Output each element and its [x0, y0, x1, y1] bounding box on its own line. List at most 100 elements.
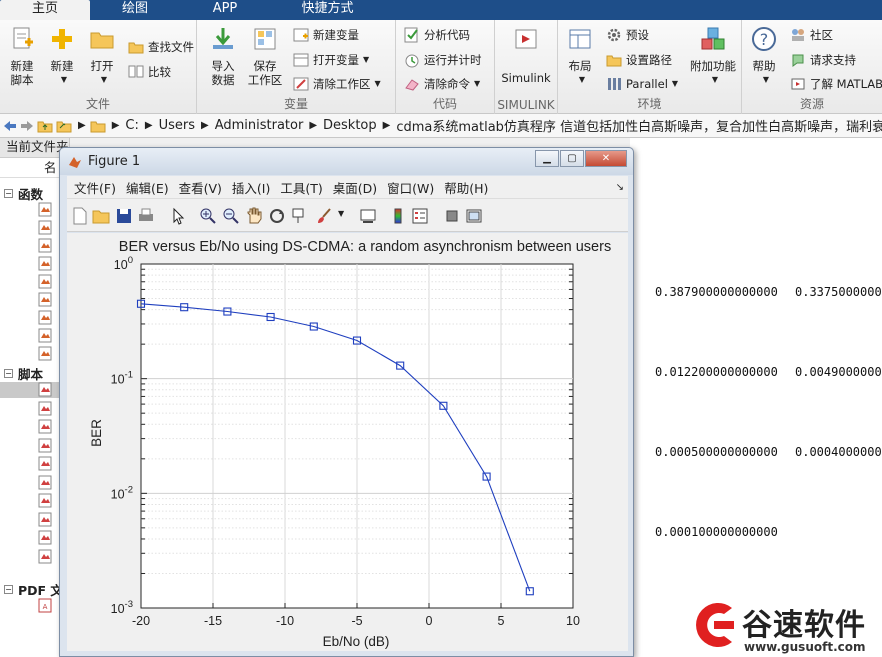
collapse-icon[interactable]: − [4, 369, 13, 378]
close-button[interactable]: ✕ [585, 150, 627, 167]
clear-commands-label: 清除命令 [424, 77, 470, 91]
menu-help[interactable]: 帮助(H) [444, 178, 488, 197]
pdf-file-icon[interactable]: A [38, 598, 52, 613]
script-file-icon[interactable] [38, 382, 52, 397]
tab-plots[interactable]: 绘图 [90, 0, 180, 20]
addons-button[interactable]: 附加功能 ▼ [688, 26, 738, 87]
layout-icon [569, 29, 591, 49]
script-file-icon[interactable] [38, 512, 52, 527]
new-figure-icon[interactable] [71, 207, 89, 225]
clear-commands-button[interactable]: 清除命令 ▼ [404, 75, 480, 93]
crumb-users[interactable]: Users [159, 118, 195, 133]
request-support-button[interactable]: 请求支持 [790, 51, 856, 69]
function-file-icon[interactable] [38, 310, 52, 325]
simulink-button[interactable]: Simulink [501, 26, 551, 85]
script-file-icon[interactable] [38, 493, 52, 508]
menu-insert[interactable]: 插入(I) [232, 178, 270, 197]
svg-text:?: ? [760, 30, 769, 49]
menu-edit[interactable]: 编辑(E) [126, 178, 169, 197]
menu-desktop[interactable]: 桌面(D) [333, 178, 377, 197]
script-file-icon[interactable] [38, 475, 52, 490]
dock-arrow-icon[interactable]: ↘ [616, 182, 624, 193]
compare-button[interactable]: 比较 [128, 63, 171, 81]
legend-icon[interactable] [411, 207, 429, 225]
preferences-button[interactable]: 预设 [606, 26, 649, 44]
collapse-icon[interactable]: − [4, 585, 13, 594]
maximize-button[interactable]: ▢ [560, 150, 584, 167]
function-file-icon[interactable] [38, 220, 52, 235]
crumb-drive[interactable]: C: [125, 118, 138, 133]
crumb-administrator[interactable]: Administrator [215, 118, 304, 133]
crumb-project-folder[interactable]: cdma系统matlab仿真程序 信道包括加性白高斯噪声，复合加性白高斯噪声，瑞… [396, 116, 882, 135]
clear-workspace-button[interactable]: 清除工作区 ▼ [293, 75, 381, 93]
forward-button[interactable] [20, 117, 34, 135]
tab-shortcuts[interactable]: 快捷方式 [270, 0, 385, 20]
brush-icon[interactable] [315, 207, 333, 225]
pan-hand-icon[interactable] [245, 207, 263, 225]
browse-folder-button[interactable] [56, 117, 72, 135]
menu-window[interactable]: 窗口(W) [387, 178, 434, 197]
community-button[interactable]: 社区 [790, 26, 833, 44]
section-functions[interactable]: − 函数 [4, 184, 43, 203]
group-file-label: 文件 [85, 97, 110, 111]
new-button[interactable]: 新建 ▼ [42, 26, 82, 87]
chevron-down-icon[interactable]: ▼ [338, 209, 344, 218]
colorbar-icon[interactable] [389, 207, 407, 225]
open-file-icon[interactable] [92, 207, 110, 225]
up-folder-button[interactable] [37, 117, 53, 135]
link-plot-icon[interactable] [359, 207, 377, 225]
zoom-out-icon[interactable] [222, 207, 240, 225]
learn-matlab-button[interactable]: 了解 MATLAB [790, 75, 882, 93]
import-data-button[interactable]: 导入 数据 [203, 26, 243, 87]
show-plot-tools-icon[interactable] [465, 207, 483, 225]
function-file-icon[interactable] [38, 346, 52, 361]
y-tick-label: 10-1 [111, 370, 133, 387]
script-file-icon[interactable] [38, 549, 52, 564]
script-file-icon[interactable] [38, 419, 52, 434]
rotate-3d-icon[interactable] [268, 207, 286, 225]
zoom-in-icon[interactable] [199, 207, 217, 225]
function-file-icon[interactable] [38, 202, 52, 217]
tab-home[interactable]: 主页 [0, 0, 90, 20]
run-and-time-button[interactable]: 运行并计时 [404, 51, 482, 69]
address-bar: ▶ ▶ C: ▶ Users ▶ Administrator ▶ Desktop… [0, 114, 882, 138]
parallel-button[interactable]: Parallel ▼ [606, 75, 678, 93]
hide-plot-tools-icon[interactable] [443, 207, 461, 225]
script-file-icon[interactable] [38, 456, 52, 471]
new-variable-button[interactable]: 新建变量 [293, 26, 359, 44]
new-script-button[interactable]: 新建 脚本 [2, 26, 42, 87]
menu-file[interactable]: 文件(F) [74, 178, 116, 197]
data-cursor-icon[interactable] [291, 207, 309, 225]
section-scripts[interactable]: − 脚本 [4, 364, 43, 383]
learn-icon [791, 78, 805, 90]
function-file-icon[interactable] [38, 274, 52, 289]
open-variable-button[interactable]: 打开变量 ▼ [293, 51, 369, 69]
layout-button[interactable]: 布局 ▼ [560, 26, 600, 87]
find-files-button[interactable]: 查找文件 [128, 38, 194, 56]
collapse-icon[interactable]: − [4, 189, 13, 198]
menu-tools[interactable]: 工具(T) [280, 178, 322, 197]
function-file-icon[interactable] [38, 238, 52, 253]
print-icon[interactable] [137, 207, 155, 225]
function-file-icon[interactable] [38, 328, 52, 343]
back-button[interactable] [3, 117, 17, 135]
open-button[interactable]: 打开 ▼ [82, 26, 122, 87]
section-pdf[interactable]: − PDF 文 [4, 580, 63, 599]
help-button[interactable]: ? 帮助 ▼ [744, 26, 784, 87]
ber-chart[interactable]: BER versus Eb/No using DS-CDMA: a random… [67, 233, 628, 651]
set-path-button[interactable]: 设置路径 [606, 51, 672, 69]
pointer-icon[interactable] [169, 207, 187, 225]
save-workspace-button[interactable]: 保存 工作区 [245, 26, 285, 87]
script-file-icon[interactable] [38, 530, 52, 545]
tab-apps[interactable]: APP [180, 0, 270, 20]
script-file-icon[interactable] [38, 438, 52, 453]
crumb-desktop[interactable]: Desktop [323, 118, 377, 133]
script-file-icon[interactable] [38, 401, 52, 416]
minimize-button[interactable]: ▁ [535, 150, 559, 167]
function-file-icon[interactable] [38, 292, 52, 307]
analyze-code-button[interactable]: 分析代码 [404, 26, 470, 44]
save-workspace-icon [254, 28, 276, 50]
function-file-icon[interactable] [38, 256, 52, 271]
save-icon[interactable] [115, 207, 133, 225]
menu-view[interactable]: 查看(V) [179, 178, 222, 197]
